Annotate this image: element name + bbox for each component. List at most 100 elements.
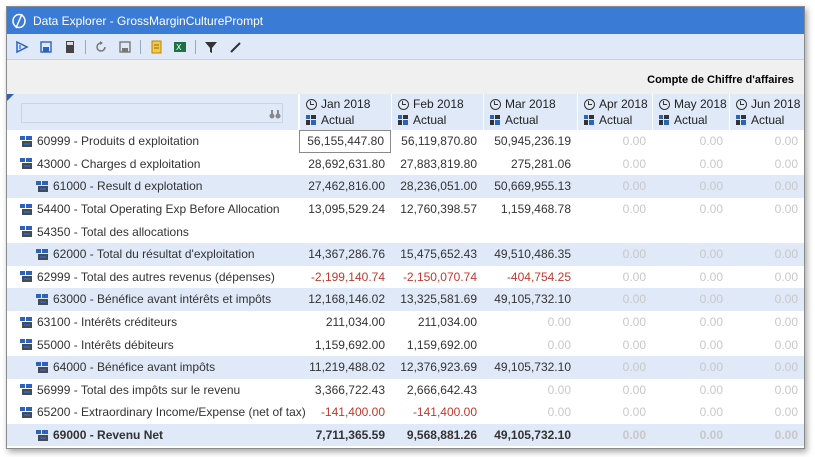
data-cell[interactable]: 0.00 — [729, 243, 804, 266]
data-cell[interactable]: 49,105,732.10 — [483, 288, 577, 311]
row-member-label[interactable]: 54350 - Total des allocations — [20, 220, 189, 243]
table-row[interactable]: 63000 - Bénéfice avant intérêts et impôt… — [7, 288, 804, 311]
data-cell[interactable]: 1,159,692.00 — [299, 333, 391, 356]
row-member-label[interactable]: 56999 - Total des impôts sur le revenu — [20, 379, 240, 402]
calculator-icon[interactable] — [61, 38, 79, 56]
row-member-label[interactable]: 60999 - Produits d exploitation — [20, 130, 199, 153]
data-cell[interactable]: 0.00 — [729, 130, 804, 153]
data-cell[interactable]: 56,155,447.80 — [299, 130, 391, 153]
data-cell[interactable]: 27,462,816.00 — [299, 175, 391, 198]
data-cell[interactable]: 0.00 — [577, 153, 652, 176]
data-cell[interactable]: 27,883,819.80 — [391, 153, 483, 176]
data-cell[interactable]: 0.00 — [483, 333, 577, 356]
data-cell[interactable]: 0.00 — [483, 401, 577, 424]
column-header[interactable]: Apr 2018 Actual — [577, 94, 652, 130]
data-cell[interactable]: 0.00 — [652, 266, 729, 289]
data-cell[interactable]: 0.00 — [483, 311, 577, 334]
table-row[interactable]: 43000 - Charges d exploitation 28,692,631… — [7, 153, 804, 176]
data-cell[interactable]: 0.00 — [729, 288, 804, 311]
data-cell[interactable]: 211,034.00 — [391, 311, 483, 334]
data-cell[interactable]: 0.00 — [577, 333, 652, 356]
data-cell[interactable]: -2,150,070.74 — [391, 266, 483, 289]
data-cell[interactable]: 14,367,286.76 — [299, 243, 391, 266]
data-cell[interactable]: 9,568,881.26 — [391, 424, 483, 447]
data-cell[interactable]: 0.00 — [729, 175, 804, 198]
data-cell[interactable]: 0.00 — [577, 175, 652, 198]
data-cell[interactable]: 1,159,468.78 — [483, 198, 577, 221]
data-cell[interactable]: 49,105,732.10 — [483, 424, 577, 447]
data-cell[interactable]: 3,366,722.43 — [299, 379, 391, 402]
data-cell[interactable]: -2,199,140.74 — [299, 266, 391, 289]
data-cell[interactable]: 0.00 — [729, 424, 804, 447]
table-row[interactable]: 55000 - Intérêts débiteurs 1,159,692.00 1,… — [7, 333, 804, 356]
data-cell[interactable]: 56,119,870.80 — [391, 130, 483, 153]
data-cell[interactable]: 11,219,488.02 — [299, 356, 391, 379]
data-cell[interactable]: 13,095,529.24 — [299, 198, 391, 221]
column-header[interactable]: Mar 2018 Actual — [483, 94, 577, 130]
row-member-label[interactable]: 43000 - Charges d exploitation — [20, 153, 200, 176]
data-cell[interactable]: 12,760,398.57 — [391, 198, 483, 221]
save-view-icon[interactable] — [37, 38, 55, 56]
data-cell[interactable]: 1,159,692.00 — [391, 333, 483, 356]
table-row[interactable]: 54350 - Total des allocations — [7, 220, 804, 243]
filter-icon[interactable] — [202, 38, 220, 56]
column-header[interactable]: Jun 2018 Actual — [729, 94, 804, 130]
data-cell[interactable]: -141,400.00 — [299, 401, 391, 424]
column-header[interactable]: Feb 2018 Actual — [391, 94, 483, 130]
data-cell[interactable]: 0.00 — [652, 311, 729, 334]
data-cell[interactable]: 50,669,955.13 — [483, 175, 577, 198]
data-cell[interactable]: -141,400.00 — [391, 401, 483, 424]
run-icon[interactable] — [13, 38, 31, 56]
table-row[interactable]: 69000 - Revenu Net 7,711,365.59 9,568,881.… — [7, 423, 804, 447]
data-cell[interactable]: 211,034.00 — [299, 311, 391, 334]
save-icon[interactable] — [116, 38, 134, 56]
table-row[interactable]: 62999 - Total des autres revenus (dépens… — [7, 266, 804, 289]
row-member-label[interactable]: 69000 - Revenu Net — [36, 424, 163, 447]
data-cell[interactable]: 0.00 — [652, 333, 729, 356]
data-cell[interactable]: 0.00 — [652, 401, 729, 424]
data-cell[interactable]: 0.00 — [652, 175, 729, 198]
data-cell[interactable]: 49,510,486.35 — [483, 243, 577, 266]
table-row[interactable]: 63100 - Intérêts créditeurs 211,034.00 211… — [7, 311, 804, 334]
data-cell[interactable]: 0.00 — [577, 401, 652, 424]
data-cell[interactable]: 12,376,923.69 — [391, 356, 483, 379]
data-cell[interactable]: 28,692,631.80 — [299, 153, 391, 176]
data-cell[interactable]: 0.00 — [577, 198, 652, 221]
data-cell[interactable] — [652, 220, 729, 243]
data-cell[interactable]: 0.00 — [729, 401, 804, 424]
data-cell[interactable]: 15,475,652.43 — [391, 243, 483, 266]
row-member-label[interactable]: 65200 - Extraordinary Income/Expense (ne… — [20, 401, 306, 424]
column-header[interactable]: Jan 2018 Actual — [299, 94, 391, 130]
data-cell[interactable]: 0.00 — [652, 424, 729, 447]
edit-icon[interactable] — [226, 38, 244, 56]
data-cell[interactable]: 0.00 — [577, 130, 652, 153]
data-cell[interactable] — [483, 220, 577, 243]
data-cell[interactable]: 0.00 — [577, 356, 652, 379]
data-cell[interactable]: 0.00 — [729, 333, 804, 356]
excel-icon[interactable]: X — [171, 38, 189, 56]
row-member-label[interactable]: 62000 - Total du résultat d'exploitation — [36, 243, 255, 266]
data-cell[interactable] — [577, 220, 652, 243]
data-cell[interactable]: 0.00 — [729, 266, 804, 289]
data-cell[interactable]: 0.00 — [652, 153, 729, 176]
row-member-label[interactable]: 55000 - Intérêts débiteurs — [20, 333, 174, 356]
data-cell[interactable]: 0.00 — [577, 288, 652, 311]
data-cell[interactable]: 49,105,732.10 — [483, 356, 577, 379]
data-cell[interactable]: 0.00 — [652, 130, 729, 153]
data-cell[interactable]: 275,281.06 — [483, 153, 577, 176]
refresh-icon[interactable] — [92, 38, 110, 56]
data-cell[interactable]: 2,666,642.43 — [391, 379, 483, 402]
data-cell[interactable]: 0.00 — [729, 379, 804, 402]
row-member-label[interactable]: 63100 - Intérêts créditeurs — [20, 311, 177, 334]
table-row[interactable]: 61000 - Result d explotation 27,462,816.0… — [7, 175, 804, 198]
data-cell[interactable]: 0.00 — [577, 311, 652, 334]
row-member-label[interactable]: 64000 - Bénéfice avant impôts — [36, 356, 215, 379]
document-icon[interactable] — [147, 38, 165, 56]
row-member-label[interactable]: 62999 - Total des autres revenus (dépens… — [20, 266, 275, 289]
data-cell[interactable]: 0.00 — [577, 424, 652, 447]
column-header[interactable]: May 2018 Actual — [652, 94, 729, 130]
data-cell[interactable]: 0.00 — [729, 198, 804, 221]
data-cell[interactable] — [391, 220, 483, 243]
data-cell[interactable]: 0.00 — [652, 288, 729, 311]
data-cell[interactable]: -404,754.25 — [483, 266, 577, 289]
